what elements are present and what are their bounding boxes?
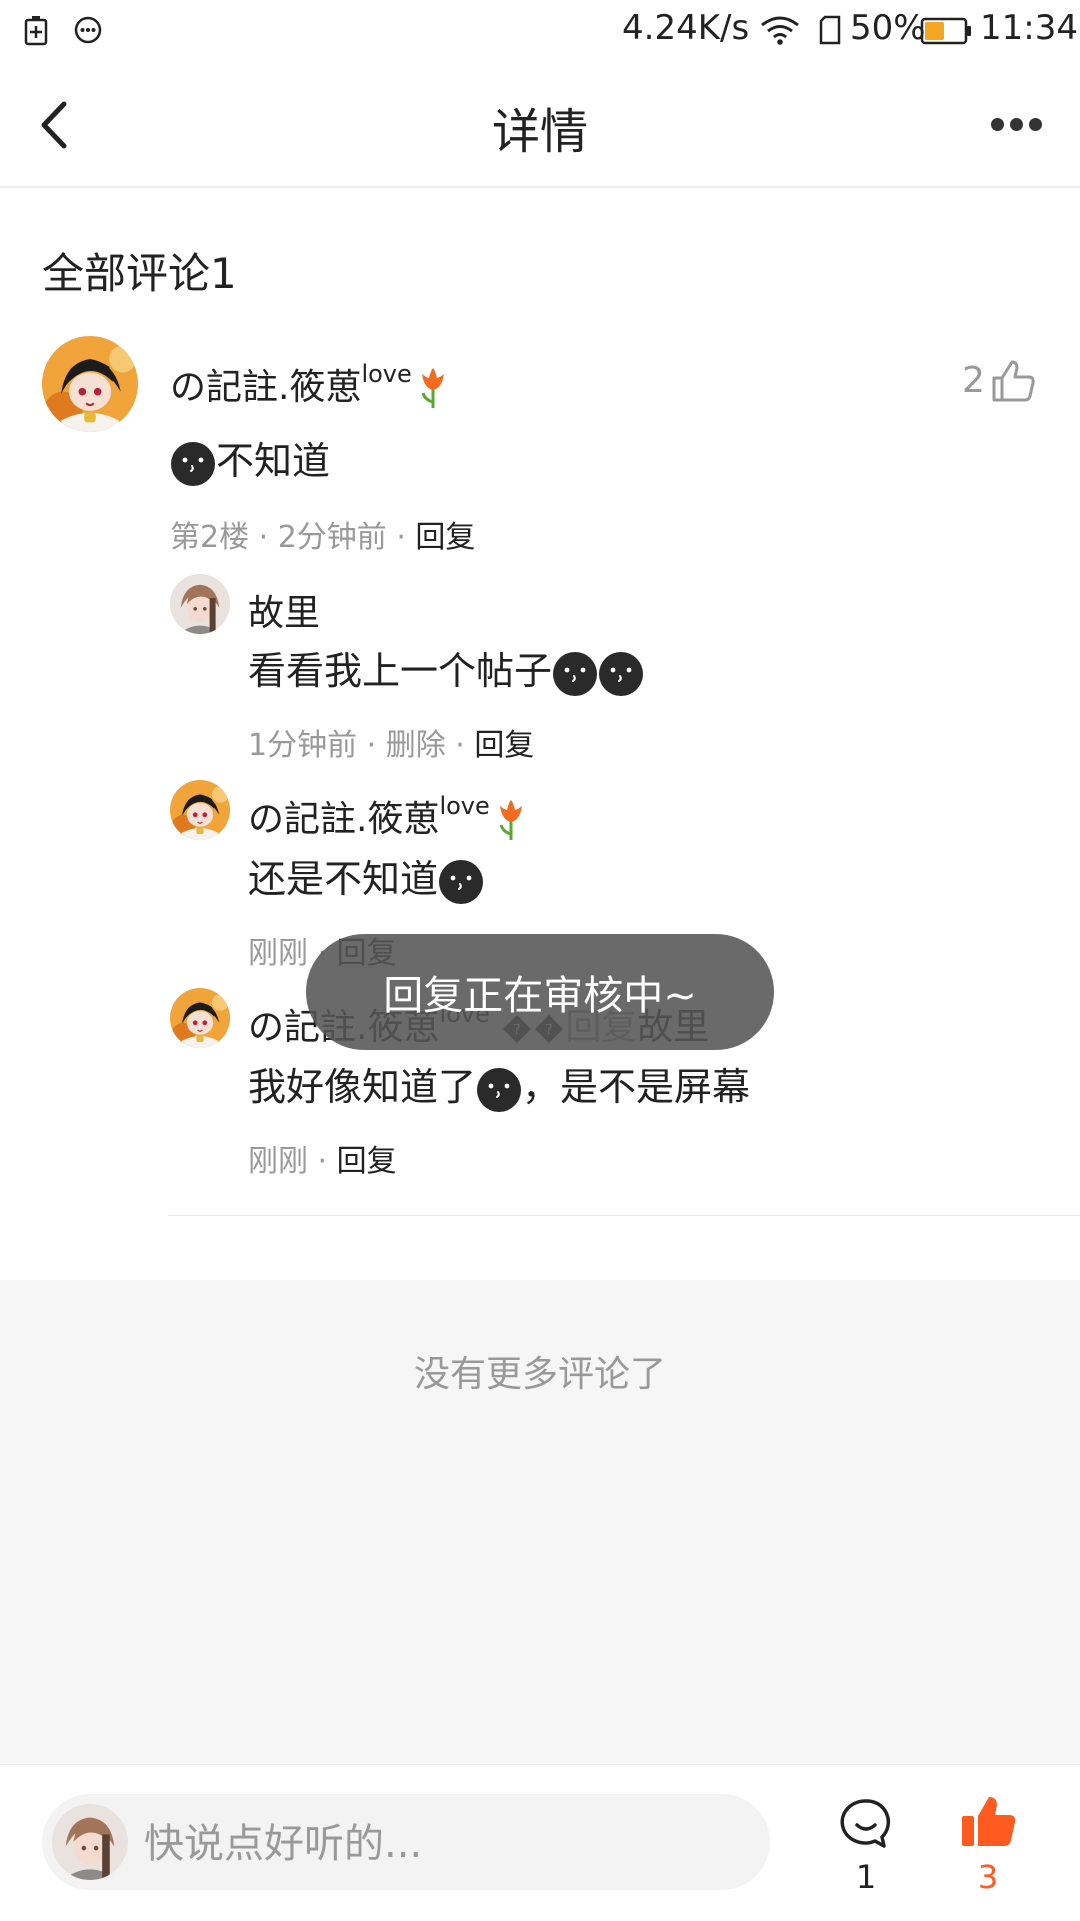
comment-text: 不知道 [170, 430, 330, 487]
tulip-icon [418, 368, 448, 410]
reply-text: 还是不知道 [248, 848, 484, 905]
chevron-left-icon [41, 101, 67, 149]
battery-saver-icon [24, 16, 48, 46]
sim-icon [819, 15, 841, 45]
clock: 11:34 [980, 8, 1078, 48]
comment-time: 2分钟前 [277, 520, 387, 555]
avatar [52, 1804, 128, 1880]
battery-icon [920, 17, 971, 45]
reply-meta: 刚刚 · 回复 [248, 1144, 397, 1179]
user-avatar-image [170, 780, 230, 840]
reply-username[interactable]: の記註.筱葸love [248, 790, 526, 842]
comment-meta: 第2楼 · 2分钟前 · 回复 [170, 520, 476, 555]
reply-time: 刚刚 [248, 1144, 308, 1179]
black-face-emoji-icon [598, 651, 644, 697]
page-title: 详情 [491, 104, 588, 160]
user-avatar-image [170, 988, 230, 1048]
avatar[interactable] [42, 336, 138, 432]
reply-link[interactable]: 回复 [474, 728, 534, 763]
like-count: 3 [977, 1858, 999, 1896]
comment-username[interactable]: の記註.筱葸love [170, 358, 448, 410]
black-face-emoji-icon [476, 1067, 522, 1113]
floor-label: 第2楼 [170, 520, 250, 555]
tulip-icon [496, 800, 526, 842]
comment-button[interactable] [838, 1796, 894, 1852]
user-avatar-image [42, 336, 138, 432]
back-button[interactable] [30, 90, 80, 160]
user-avatar-image [170, 574, 230, 634]
reply-text: 我好像知道了 ，是不是屏幕 [248, 1056, 750, 1113]
message-icon [74, 16, 102, 44]
more-button[interactable] [985, 113, 1045, 139]
reply-meta: 1分钟前 · 删除 · 回复 [248, 728, 535, 763]
status-bar: 4.24K/s 50% 11:34 [0, 0, 1080, 62]
battery-percent: 50% [850, 8, 926, 48]
black-face-emoji-icon [552, 651, 598, 697]
more-dots-icon [991, 118, 1004, 131]
reply-link[interactable]: 回复 [337, 1144, 397, 1179]
header-divider [0, 186, 1080, 188]
black-face-emoji-icon [438, 859, 484, 905]
no-more-comments-label: 没有更多评论了 [413, 1354, 666, 1395]
user-avatar-image [52, 1804, 128, 1880]
reply-time: 刚刚 [248, 936, 308, 971]
avatar[interactable] [170, 780, 230, 840]
black-face-emoji-icon [170, 441, 216, 487]
delete-link[interactable]: 删除 [386, 728, 446, 763]
toast-message: 回复正在审核中~ [306, 934, 774, 1050]
comment-count: 1 [855, 1858, 877, 1896]
avatar[interactable] [170, 574, 230, 634]
comment-input[interactable] [142, 1808, 746, 1880]
reply-text: 看看我上一个帖子 [248, 640, 644, 697]
network-speed: 4.24K/s [622, 8, 750, 48]
comments-count-title: 全部评论1 [42, 249, 237, 298]
reply-link[interactable]: 回复 [415, 520, 475, 555]
comment-bubble-icon [840, 1799, 891, 1848]
reply-time: 1分钟前 [248, 728, 358, 763]
thread-divider [168, 1215, 1080, 1216]
wifi-icon [761, 16, 799, 45]
like-button[interactable] [960, 1792, 1018, 1850]
avatar[interactable] [170, 988, 230, 1048]
thumbs-up-filled-icon [962, 1797, 1016, 1846]
reply-username[interactable]: 故里 [248, 584, 320, 636]
thumbs-up-icon[interactable] [990, 356, 1038, 404]
comment-like-count: 2 [962, 360, 985, 401]
